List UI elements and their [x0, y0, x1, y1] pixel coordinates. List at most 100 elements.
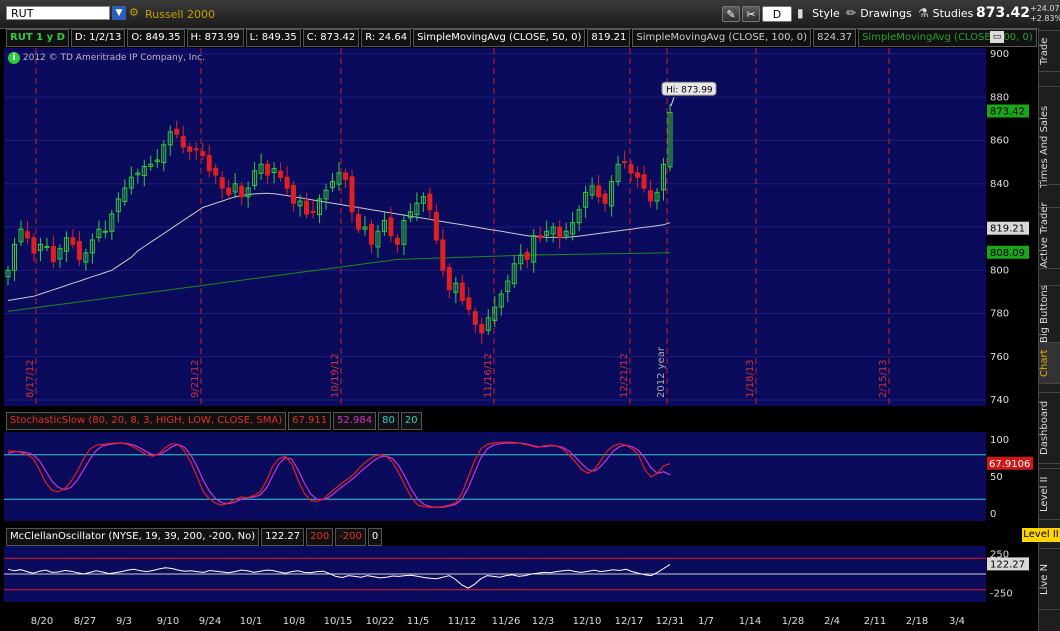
candle-body — [284, 176, 290, 189]
candle-body — [310, 210, 316, 213]
mcc-lower: -200 — [335, 528, 366, 546]
maximize-icon[interactable]: ▭ — [990, 31, 1004, 43]
info-icon[interactable]: i — [8, 52, 20, 64]
period-marker-label: 2012 year — [656, 346, 667, 398]
candle-body — [239, 185, 245, 198]
candle-body — [427, 193, 433, 211]
candle-body — [50, 245, 56, 263]
sma100-value: 824.37 — [813, 29, 857, 47]
candle-body — [349, 176, 355, 213]
chart-header: RUT 1 y D D: 1/2/13 O: 849.35 H: 873.99 L: 8… — [6, 29, 1039, 47]
candle-body — [622, 161, 628, 164]
last-price-tag: 873.42 — [990, 106, 1025, 117]
price-tick-label: 880 — [990, 92, 1009, 103]
x-tick-label: 9/3 — [116, 616, 132, 627]
x-tick-label: 11/5 — [407, 616, 429, 627]
sma200-label[interactable]: SimpleMovingAvg (CLOSE, 200, 0) — [858, 29, 1037, 47]
x-tick-label: 9/10 — [157, 616, 179, 627]
period-label[interactable]: RUT 1 y D — [6, 29, 69, 47]
candle-body — [472, 311, 478, 325]
mcc-value: 122.27 — [261, 528, 305, 546]
candle-body — [648, 190, 654, 202]
x-tick-label: 1/14 — [739, 616, 761, 627]
candle-body — [219, 177, 225, 189]
candle-body — [628, 164, 634, 174]
x-tick-label: 10/22 — [366, 616, 395, 627]
stoch-label[interactable]: StochasticSlow (80, 20, 8, 3, HIGH, LOW,… — [6, 412, 287, 430]
period-marker-label: 9/21/12 — [190, 359, 201, 398]
stoch-k-value: 67.911 — [288, 412, 332, 430]
candle-body — [265, 163, 271, 176]
mcc-zero: 0 — [367, 528, 383, 546]
high-callout-text: Hi: 873.99 — [666, 85, 713, 95]
tab-live-news[interactable]: Live N — [1039, 548, 1060, 610]
mcc-label[interactable]: McClellanOscillator (NYSE, 19, 39, 200, … — [6, 528, 260, 546]
candle-body — [602, 193, 608, 204]
x-tick-label: 12/3 — [532, 616, 554, 627]
x-tick-label: 3/4 — [949, 616, 965, 627]
tab-chart[interactable]: Chart — [1039, 342, 1060, 384]
candle-body — [641, 174, 647, 189]
price-tick-label: 800 — [990, 265, 1009, 276]
sma50-price-tag: 819.21 — [990, 224, 1025, 235]
candle-body — [180, 136, 186, 148]
candle-body — [187, 146, 193, 152]
stoch-tick-label: 50 — [990, 472, 1003, 483]
x-tick-label: 8/27 — [74, 616, 96, 627]
x-tick-label: 8/20 — [31, 616, 53, 627]
candle-body — [304, 200, 310, 215]
stoch-last-tag: 67.9106 — [989, 459, 1030, 470]
candle-body — [433, 211, 439, 241]
candle-body — [278, 170, 284, 178]
sma50-label[interactable]: SimpleMovingAvg (CLOSE, 50, 0) — [413, 29, 586, 47]
sma100-label[interactable]: SimpleMovingAvg (CLOSE, 100, 0) — [632, 29, 812, 47]
period-marker-label: 12/21/12 — [619, 353, 630, 398]
stoch-d-value: 52.984 — [333, 412, 377, 430]
candle-body — [459, 282, 465, 302]
candle-body — [70, 237, 76, 245]
candle-body — [537, 235, 543, 239]
candle-body — [226, 187, 232, 196]
candle-body — [394, 237, 400, 245]
x-tick-label: 12/17 — [615, 616, 644, 627]
candle-body — [557, 226, 563, 239]
x-tick-label: 2/4 — [824, 616, 840, 627]
x-tick-label: 10/15 — [324, 616, 353, 627]
price-tick-label: 760 — [990, 352, 1009, 363]
period-marker-label: 10/19/12 — [330, 353, 341, 398]
price-tick-label: 780 — [990, 309, 1009, 320]
date-label: D: 1/2/13 — [70, 29, 126, 47]
close-label: C: 873.42 — [302, 29, 360, 47]
candle-body — [174, 128, 180, 135]
price-tick-label: 740 — [990, 395, 1009, 406]
level-ii-badge[interactable]: Level II — [1022, 528, 1060, 542]
tab-trade[interactable]: Trade — [1039, 30, 1060, 72]
price-tick-label: 840 — [990, 179, 1009, 190]
candle-body — [388, 217, 394, 237]
candle-body — [102, 230, 108, 233]
candle-body — [200, 151, 206, 157]
candle-body — [193, 148, 199, 151]
candle-body — [24, 231, 30, 239]
range-label: R: 24.64 — [361, 29, 412, 47]
copyright-text: 2012 © TD Ameritrade IP Company, Inc. — [22, 53, 205, 63]
price-tick-label: 860 — [990, 136, 1009, 147]
x-tick-label: 2/11 — [864, 616, 886, 627]
stoch-tick-label: 100 — [990, 435, 1009, 446]
candle-body — [213, 167, 219, 176]
candle-body — [76, 241, 82, 260]
candle-body — [291, 184, 297, 204]
x-tick-label: 11/12 — [448, 616, 477, 627]
candle-body — [446, 267, 452, 291]
tab-level-ii[interactable]: Level II — [1039, 468, 1060, 520]
sma50-value: 819.21 — [587, 29, 631, 47]
x-tick-label: 2/18 — [906, 616, 928, 627]
candle-body — [524, 252, 530, 260]
candle-body — [368, 223, 374, 245]
tab-dashboard[interactable]: Dashboard — [1039, 392, 1060, 464]
period-marker-label: 1/18/13 — [745, 359, 756, 398]
stoch-oversold: 20 — [400, 412, 422, 430]
period-marker-label: 11/16/12 — [483, 353, 494, 398]
period-marker-label: 2/15/13 — [878, 359, 889, 398]
x-tick-label: 10/8 — [283, 616, 305, 627]
